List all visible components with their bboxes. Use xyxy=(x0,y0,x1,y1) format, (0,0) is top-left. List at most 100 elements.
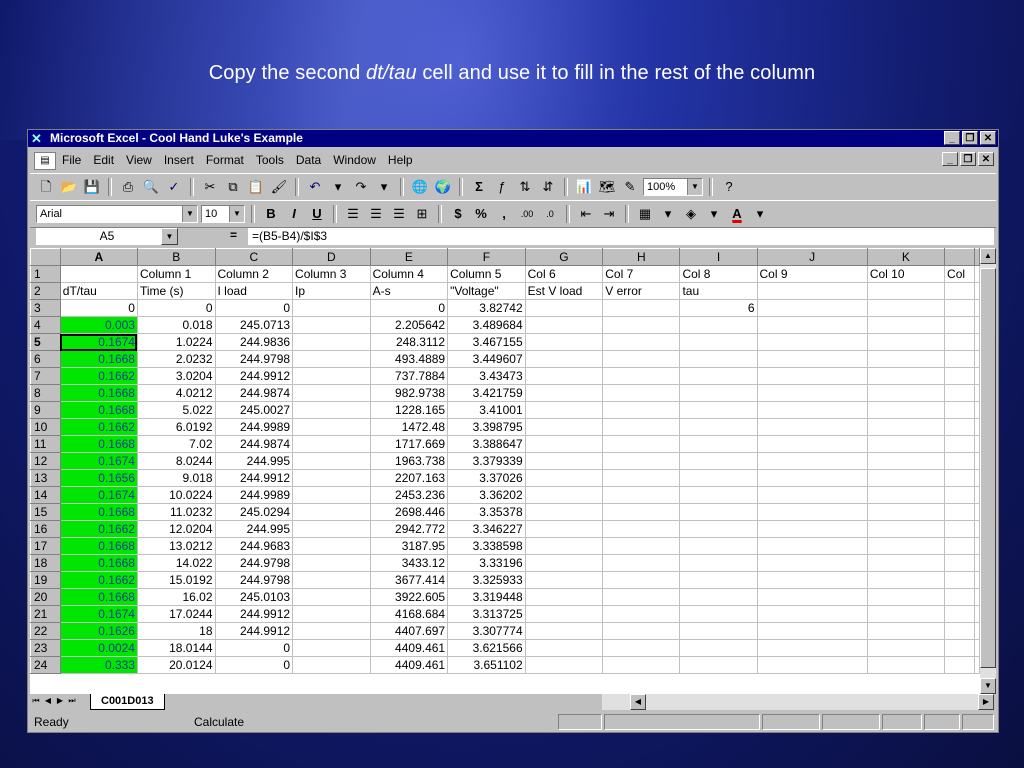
grid-cell[interactable] xyxy=(292,656,371,674)
grid-cell[interactable]: Col 10 xyxy=(866,265,946,283)
grid-cell[interactable]: 3.621566 xyxy=(447,639,526,657)
grid-cell[interactable]: 2453.236 xyxy=(369,486,449,504)
grid-cell[interactable] xyxy=(602,486,681,504)
row-header[interactable]: 21 xyxy=(30,605,61,623)
window-titlebar[interactable]: ✕ Microsoft Excel - Cool Hand Luke's Exa… xyxy=(28,130,998,147)
grid-cell[interactable]: 12.0204 xyxy=(136,520,216,538)
grid-cell[interactable] xyxy=(524,452,604,470)
name-box-dropdown-icon[interactable]: ▼ xyxy=(161,228,178,245)
grid-cell[interactable]: 244.9798 xyxy=(214,571,294,589)
grid-cell[interactable]: V error xyxy=(602,282,681,300)
grid-cell[interactable] xyxy=(524,384,604,402)
web-toolbar-icon[interactable]: 🌍 xyxy=(433,177,453,197)
grid-cell[interactable]: 2.205642 xyxy=(369,316,449,334)
font-color-dropdown-icon[interactable]: ▾ xyxy=(750,204,770,224)
grid-cell[interactable] xyxy=(866,537,946,555)
grid-cell[interactable] xyxy=(524,401,604,419)
grid-cell[interactable]: 3.338598 xyxy=(447,537,526,555)
row-header[interactable]: 3 xyxy=(30,299,61,317)
currency-icon[interactable]: $ xyxy=(448,204,468,224)
grid-cell[interactable]: 3.388647 xyxy=(447,435,526,453)
row-header[interactable]: 6 xyxy=(30,350,61,368)
row-header[interactable]: 1 xyxy=(30,265,61,283)
grid-cell[interactable] xyxy=(866,639,946,657)
grid-cell[interactable] xyxy=(756,384,868,402)
grid-cell[interactable] xyxy=(756,350,868,368)
grid-cell[interactable] xyxy=(756,588,868,606)
grid-cell[interactable] xyxy=(292,622,371,640)
grid-cell[interactable]: 18 xyxy=(136,622,216,640)
grid-cell[interactable] xyxy=(679,401,758,419)
grid-cell[interactable] xyxy=(756,571,868,589)
grid-cell[interactable]: 0.0024 xyxy=(59,639,138,657)
row-header[interactable]: 4 xyxy=(30,316,61,334)
menu-insert[interactable]: Insert xyxy=(164,153,194,167)
grid-cell[interactable] xyxy=(292,418,371,436)
grid-cell[interactable]: 245.0103 xyxy=(214,588,294,606)
grid-cell[interactable] xyxy=(866,282,946,300)
grid-cell[interactable] xyxy=(524,333,604,351)
grid-cell[interactable] xyxy=(756,537,868,555)
grid-cell[interactable] xyxy=(756,639,868,657)
grid-cell[interactable] xyxy=(602,537,681,555)
grid-cell[interactable] xyxy=(679,435,758,453)
grid-cell[interactable]: 244.9912 xyxy=(214,367,294,385)
fill-color-icon[interactable]: ◈ xyxy=(681,204,701,224)
spelling-icon[interactable]: ✓ xyxy=(164,177,184,197)
grid-cell[interactable] xyxy=(679,622,758,640)
grid-cell[interactable] xyxy=(524,299,604,317)
grid-cell[interactable] xyxy=(292,503,371,521)
menu-format[interactable]: Format xyxy=(206,153,244,167)
grid-cell[interactable] xyxy=(974,639,980,657)
grid-cell[interactable] xyxy=(944,520,975,538)
grid-cell[interactable] xyxy=(292,401,371,419)
grid-cell[interactable]: 3.398795 xyxy=(447,418,526,436)
grid-cell[interactable]: 3433.12 xyxy=(369,554,449,572)
grid-cell[interactable]: 0.1662 xyxy=(59,418,138,436)
grid-cell[interactable]: 248.3112 xyxy=(369,333,449,351)
grid-cell[interactable] xyxy=(866,486,946,504)
grid-cell[interactable]: 0.1668 xyxy=(59,537,138,555)
grid-cell[interactable]: 244.9874 xyxy=(214,384,294,402)
grid-cell[interactable]: 15.0192 xyxy=(136,571,216,589)
grid-cell[interactable] xyxy=(944,299,975,317)
grid-cell[interactable] xyxy=(974,265,980,283)
grid-cell[interactable] xyxy=(602,452,681,470)
grid-cell[interactable] xyxy=(944,333,975,351)
row-header[interactable]: 11 xyxy=(30,435,61,453)
grid-cell[interactable] xyxy=(524,469,604,487)
grid-cell[interactable]: Column 3 xyxy=(292,265,371,283)
grid-cell[interactable] xyxy=(974,554,980,572)
grid-cell[interactable] xyxy=(756,367,868,385)
sort-descending-icon[interactable]: ⇵ xyxy=(538,177,558,197)
grid-cell[interactable] xyxy=(944,384,975,402)
row-header[interactable]: 2 xyxy=(30,282,61,300)
grid-cell[interactable] xyxy=(756,503,868,521)
grid-cell[interactable] xyxy=(602,520,681,538)
grid-cell[interactable]: 3.33196 xyxy=(447,554,526,572)
row-header[interactable]: 5 xyxy=(30,333,61,351)
doc-restore-button[interactable]: ❐ xyxy=(960,152,976,166)
grid-cell[interactable]: 244.9989 xyxy=(214,418,294,436)
grid-cell[interactable]: 3.651102 xyxy=(447,656,526,674)
grid-cell[interactable] xyxy=(292,469,371,487)
grid-cell[interactable]: 244.9912 xyxy=(214,469,294,487)
grid-cell[interactable] xyxy=(866,401,946,419)
column-header[interactable]: J xyxy=(756,248,868,266)
grid-cell[interactable] xyxy=(944,571,975,589)
grid-cell[interactable] xyxy=(602,401,681,419)
grid-cell[interactable] xyxy=(756,282,868,300)
grid-cell[interactable]: 0 xyxy=(214,299,294,317)
grid-cell[interactable] xyxy=(756,418,868,436)
grid-cell[interactable] xyxy=(944,605,975,623)
grid-cell[interactable] xyxy=(944,282,975,300)
column-header[interactable]: F xyxy=(447,248,526,266)
grid-cell[interactable]: 245.0027 xyxy=(214,401,294,419)
grid-cell[interactable] xyxy=(602,554,681,572)
borders-icon[interactable]: ▦ xyxy=(635,204,655,224)
grid-cell[interactable] xyxy=(866,350,946,368)
grid-cell[interactable] xyxy=(974,401,980,419)
grid-cell[interactable]: 244.995 xyxy=(214,452,294,470)
grid-cell[interactable]: 244.9912 xyxy=(214,622,294,640)
grid-cell[interactable]: 244.9836 xyxy=(214,333,294,351)
